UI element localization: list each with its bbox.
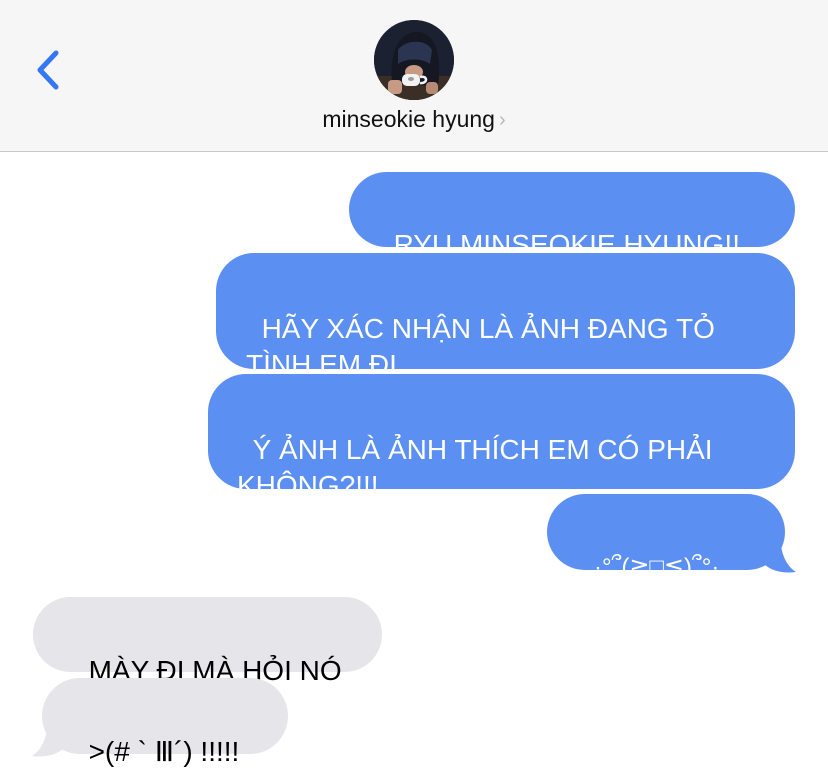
contact-name-button[interactable]: minseokie hyung ›: [0, 106, 828, 133]
conversation-header: minseokie hyung ›: [0, 0, 828, 152]
chevron-left-icon: [37, 50, 59, 90]
contact-name: minseokie hyung: [322, 106, 495, 132]
message-bubble-outgoing[interactable]: .·°՞(≧□≦)՞°·.: [547, 494, 785, 581]
message-bubble-incoming[interactable]: >(# ` Ⅲ´) !!!!!: [42, 678, 288, 767]
message-text: .·°՞(≧□≦)՞°·.: [587, 554, 727, 581]
message-text: HÃY XÁC NHẬN LÀ ẢNH ĐANG TỎ TÌNH EM ĐI: [246, 313, 723, 380]
message-text: Ý ẢNH LÀ ẢNH THÍCH EM CÓ PHẢI KHÔNG?!!!: [237, 434, 721, 501]
bubble-tail: [760, 534, 796, 573]
message-bubble-outgoing[interactable]: HÃY XÁC NHẬN LÀ ẢNH ĐANG TỎ TÌNH EM ĐI: [216, 253, 795, 380]
back-button[interactable]: [30, 46, 70, 94]
message-bubble-incoming[interactable]: MÀY ĐI MÀ HỎI NÓ: [33, 597, 382, 686]
message-bubble-outgoing[interactable]: Ý ẢNH LÀ ẢNH THÍCH EM CÓ PHẢI KHÔNG?!!!: [208, 374, 795, 501]
avatar[interactable]: [374, 20, 454, 100]
message-text: >(# ` Ⅲ´) !!!!!: [88, 736, 240, 767]
message-bubble-outgoing[interactable]: RYU MINSEOKIE HYUNG!!: [349, 172, 795, 260]
bubble-tail: [32, 718, 68, 757]
chevron-right-icon: ›: [498, 109, 506, 131]
contact-photo: [374, 20, 454, 100]
